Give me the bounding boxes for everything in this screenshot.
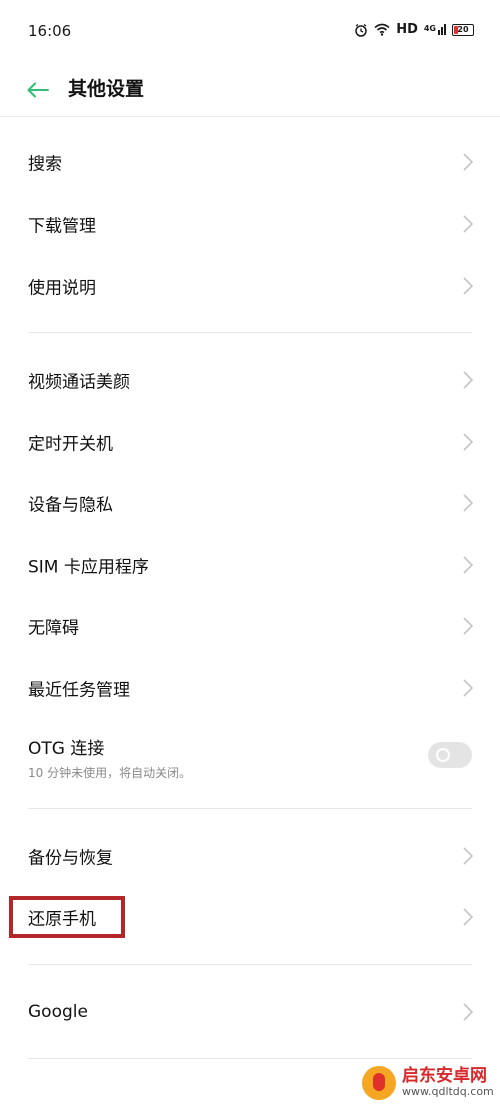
chevron-right-icon [463,1003,474,1021]
wifi-icon [374,23,390,36]
watermark-url: www.qdltdq.com [402,1085,494,1099]
arrow-left-icon [27,82,49,98]
section-divider [28,332,472,333]
menu-item-google[interactable]: Google [0,982,500,1042]
menu-item-accessibility[interactable]: 无障碍 [0,596,500,656]
menu-item-download-management[interactable]: 下载管理 [0,194,500,254]
back-button[interactable] [20,72,56,108]
menu-item-device-privacy[interactable]: 设备与隐私 [0,473,500,533]
menu-item-label: 备份与恢复 [28,848,113,869]
status-icons: HD 4G 20 [354,22,474,37]
chevron-right-icon [463,847,474,865]
chevron-right-icon [463,433,474,451]
watermark-logo-icon [362,1066,396,1100]
otg-subtitle: 10 分钟未使用，将自动关闭。 [28,766,192,780]
menu-item-label: 最近任务管理 [28,680,130,701]
menu-item-label: Google [28,1002,88,1022]
status-bar: 16:06 HD 4G 20 [0,0,500,64]
watermark-name: 启东安卓网 [402,1066,487,1087]
highlight-annotation [9,896,125,938]
menu-item-label: 搜索 [28,154,62,175]
chevron-right-icon [463,371,474,389]
menu-item-backup-restore[interactable]: 备份与恢复 [0,826,500,886]
chevron-right-icon [463,556,474,574]
menu-item-label: 下载管理 [28,216,96,237]
battery-level: 20 [457,24,469,34]
chevron-right-icon [463,679,474,697]
menu-item-label: 设备与隐私 [28,495,113,516]
watermark-text: 启东安卓网 www.qdltdq.com [402,1066,494,1099]
menu-item-search[interactable]: 搜索 [0,132,500,192]
page-title: 其他设置 [68,78,145,100]
menu-item-label: 无障碍 [28,618,79,639]
chevron-right-icon [463,617,474,635]
menu-item-label: SIM 卡应用程序 [28,557,149,578]
chevron-right-icon [463,215,474,233]
otg-label: OTG 连接 [28,739,105,759]
chevron-right-icon [463,494,474,512]
signal-label: 4G [423,24,436,33]
section-divider [28,964,472,965]
menu-item-instructions[interactable]: 使用说明 [0,256,500,316]
menu-item-scheduled-power[interactable]: 定时开关机 [0,412,500,472]
hd-indicator: HD [396,22,418,37]
header: 其他设置 [0,64,500,116]
menu-item-recent-tasks[interactable]: 最近任务管理 [0,658,500,718]
menu-item-label: 使用说明 [28,278,96,299]
menu-item-otg: OTG 连接 10 分钟未使用，将自动关闭。 [0,722,500,788]
otg-toggle[interactable] [428,742,472,768]
watermark: 启东安卓网 www.qdltdq.com [362,1059,494,1107]
section-divider [28,808,472,809]
chevron-right-icon [463,277,474,295]
signal-icon: 4G [424,24,446,35]
chevron-right-icon [463,908,474,926]
status-time: 16:06 [28,22,72,40]
menu-item-label: 视频通话美颜 [28,372,130,393]
menu-item-label: 定时开关机 [28,434,113,455]
header-divider [0,116,500,117]
alarm-icon [355,23,367,37]
menu-item-video-call-beauty[interactable]: 视频通话美颜 [0,350,500,410]
chevron-right-icon [463,153,474,171]
menu-item-sim-apps[interactable]: SIM 卡应用程序 [0,535,500,595]
toggle-knob [436,748,450,762]
battery-icon: 20 [452,23,474,36]
